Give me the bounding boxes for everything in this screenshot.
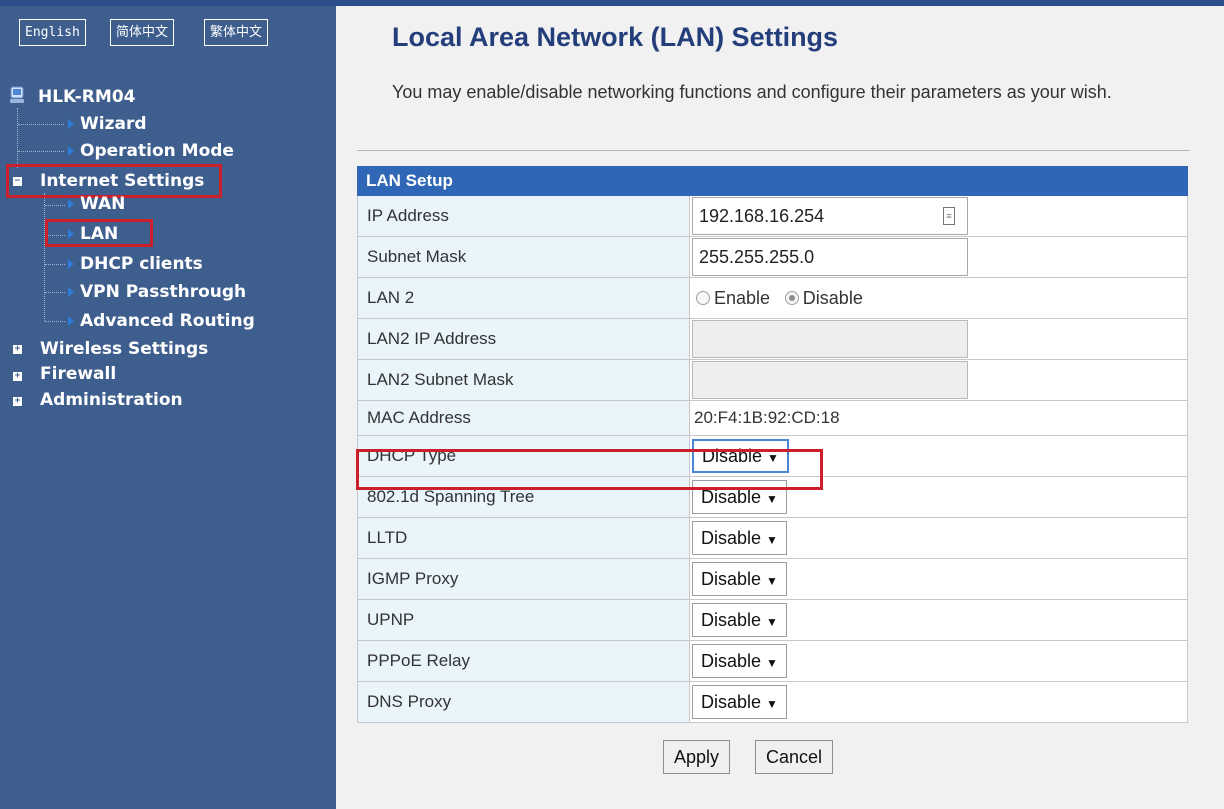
dropdown-icon: ▼ (766, 574, 778, 588)
nav-wizard[interactable]: Wizard (80, 114, 147, 134)
table-header: LAN Setup (357, 166, 1188, 196)
device-icon (9, 86, 25, 104)
tree-connector (45, 205, 65, 206)
highlight-lan (45, 219, 153, 247)
highlight-dhcp-type (356, 449, 823, 490)
dropdown-icon: ▼ (766, 656, 778, 670)
table-row: MAC Address 20:F4:1B:92:CD:18 (357, 400, 1188, 436)
lan-setup-table: LAN Setup IP Address 192.168.16.254 ≡ Sub… (357, 166, 1188, 723)
lan2-ip-label: LAN2 IP Address (357, 318, 690, 360)
dropdown-icon: ▼ (766, 533, 778, 547)
arrow-icon (68, 199, 74, 209)
lan2-mask-label: LAN2 Subnet Mask (357, 359, 690, 401)
tree-root-label[interactable]: HLK-RM04 (38, 87, 135, 107)
nav-wireless-settings[interactable]: Wireless Settings (40, 339, 208, 359)
ip-address-input[interactable]: 192.168.16.254 ≡ (692, 197, 968, 235)
pppoe-relay-select[interactable]: Disable ▼ (692, 644, 787, 678)
tree-connector (45, 264, 65, 265)
input-assist-icon[interactable]: ≡ (943, 207, 955, 225)
dns-proxy-value: Disable (701, 692, 762, 712)
nav-wan[interactable]: WAN (80, 194, 125, 214)
lang-english-button[interactable]: English (19, 19, 86, 46)
upnp-select[interactable]: Disable ▼ (692, 603, 787, 637)
table-row: DNS Proxy Disable ▼ (357, 681, 1188, 723)
tree-connector (45, 292, 65, 293)
lltd-select[interactable]: Disable ▼ (692, 521, 787, 555)
tree-connector (44, 193, 45, 321)
nav-advanced-routing[interactable]: Advanced Routing (80, 311, 255, 331)
dns-proxy-label: DNS Proxy (357, 681, 690, 723)
igmp-proxy-value: Disable (701, 569, 762, 589)
table-row: UPNP Disable ▼ (357, 599, 1188, 641)
table-row: LLTD Disable ▼ (357, 517, 1188, 559)
dns-proxy-select[interactable]: Disable ▼ (692, 685, 787, 719)
arrow-icon (68, 316, 74, 326)
dropdown-icon: ▼ (766, 697, 778, 711)
expand-icon[interactable]: + (13, 397, 22, 406)
apply-button[interactable]: Apply (663, 740, 731, 774)
mac-address-label: MAC Address (357, 400, 690, 436)
igmp-proxy-label: IGMP Proxy (357, 558, 690, 600)
arrow-icon (68, 287, 74, 297)
lan2-mask-input[interactable] (692, 361, 968, 399)
cancel-button[interactable]: Cancel (755, 740, 834, 774)
table-row: IP Address 192.168.16.254 ≡ (357, 195, 1188, 237)
page-title: Local Area Network (LAN) Settings (392, 22, 839, 52)
page-description: You may enable/disable networking functi… (392, 82, 1112, 102)
lan2-disable-label: Disable (802, 287, 863, 308)
table-row: LAN2 IP Address (357, 318, 1188, 360)
lang-traditional-chinese-button[interactable]: 繁体中文 (204, 19, 269, 46)
dropdown-icon: ▼ (766, 615, 778, 629)
igmp-proxy-select[interactable]: Disable ▼ (692, 562, 787, 596)
subnet-mask-input[interactable]: 255.255.255.0 (692, 238, 968, 276)
highlight-internet-settings (6, 164, 222, 198)
expand-icon[interactable]: + (13, 372, 22, 381)
lan2-enable-label: Enable (714, 287, 771, 308)
lltd-value: Disable (701, 528, 762, 548)
dropdown-icon: ▼ (766, 492, 778, 506)
lan2-label: LAN 2 (357, 277, 690, 319)
tree-connector (17, 108, 18, 168)
arrow-icon (68, 146, 74, 156)
table-row: LAN2 Subnet Mask (357, 359, 1188, 401)
table-row: Subnet Mask 255.255.255.0 (357, 236, 1188, 278)
tree-connector (18, 124, 64, 125)
table-row: IGMP Proxy Disable ▼ (357, 558, 1188, 600)
expand-icon[interactable]: + (13, 345, 22, 354)
ip-address-value: 192.168.16.254 (699, 206, 825, 226)
upnp-label: UPNP (357, 599, 690, 641)
arrow-icon (68, 259, 74, 269)
nav-vpn-passthrough[interactable]: VPN Passthrough (80, 282, 246, 302)
lan2-ip-input[interactable] (692, 320, 968, 358)
ip-address-label: IP Address (357, 195, 690, 237)
nav-firewall[interactable]: Firewall (40, 364, 116, 384)
spanning-tree-value: Disable (701, 487, 762, 507)
pppoe-relay-label: PPPoE Relay (357, 640, 690, 682)
mac-address-value: 20:F4:1B:92:CD:18 (689, 400, 1188, 436)
nav-administration[interactable]: Administration (40, 390, 183, 410)
nav-operation-mode[interactable]: Operation Mode (80, 141, 234, 161)
lltd-label: LLTD (357, 517, 690, 559)
nav-dhcp-clients[interactable]: DHCP clients (80, 254, 203, 274)
tree-connector (45, 321, 65, 322)
arrow-icon (68, 119, 74, 129)
lang-simplified-chinese-button[interactable]: 简体中文 (110, 19, 175, 46)
lan2-enable-radio[interactable] (696, 290, 710, 305)
tree-connector (18, 151, 64, 152)
pppoe-relay-value: Disable (701, 651, 762, 671)
upnp-value: Disable (701, 610, 762, 630)
divider (357, 150, 1190, 151)
table-row: LAN 2 Enable Disable (357, 277, 1188, 319)
subnet-mask-label: Subnet Mask (357, 236, 690, 278)
table-row: PPPoE Relay Disable ▼ (357, 640, 1188, 682)
lan2-disable-radio[interactable] (784, 290, 799, 305)
